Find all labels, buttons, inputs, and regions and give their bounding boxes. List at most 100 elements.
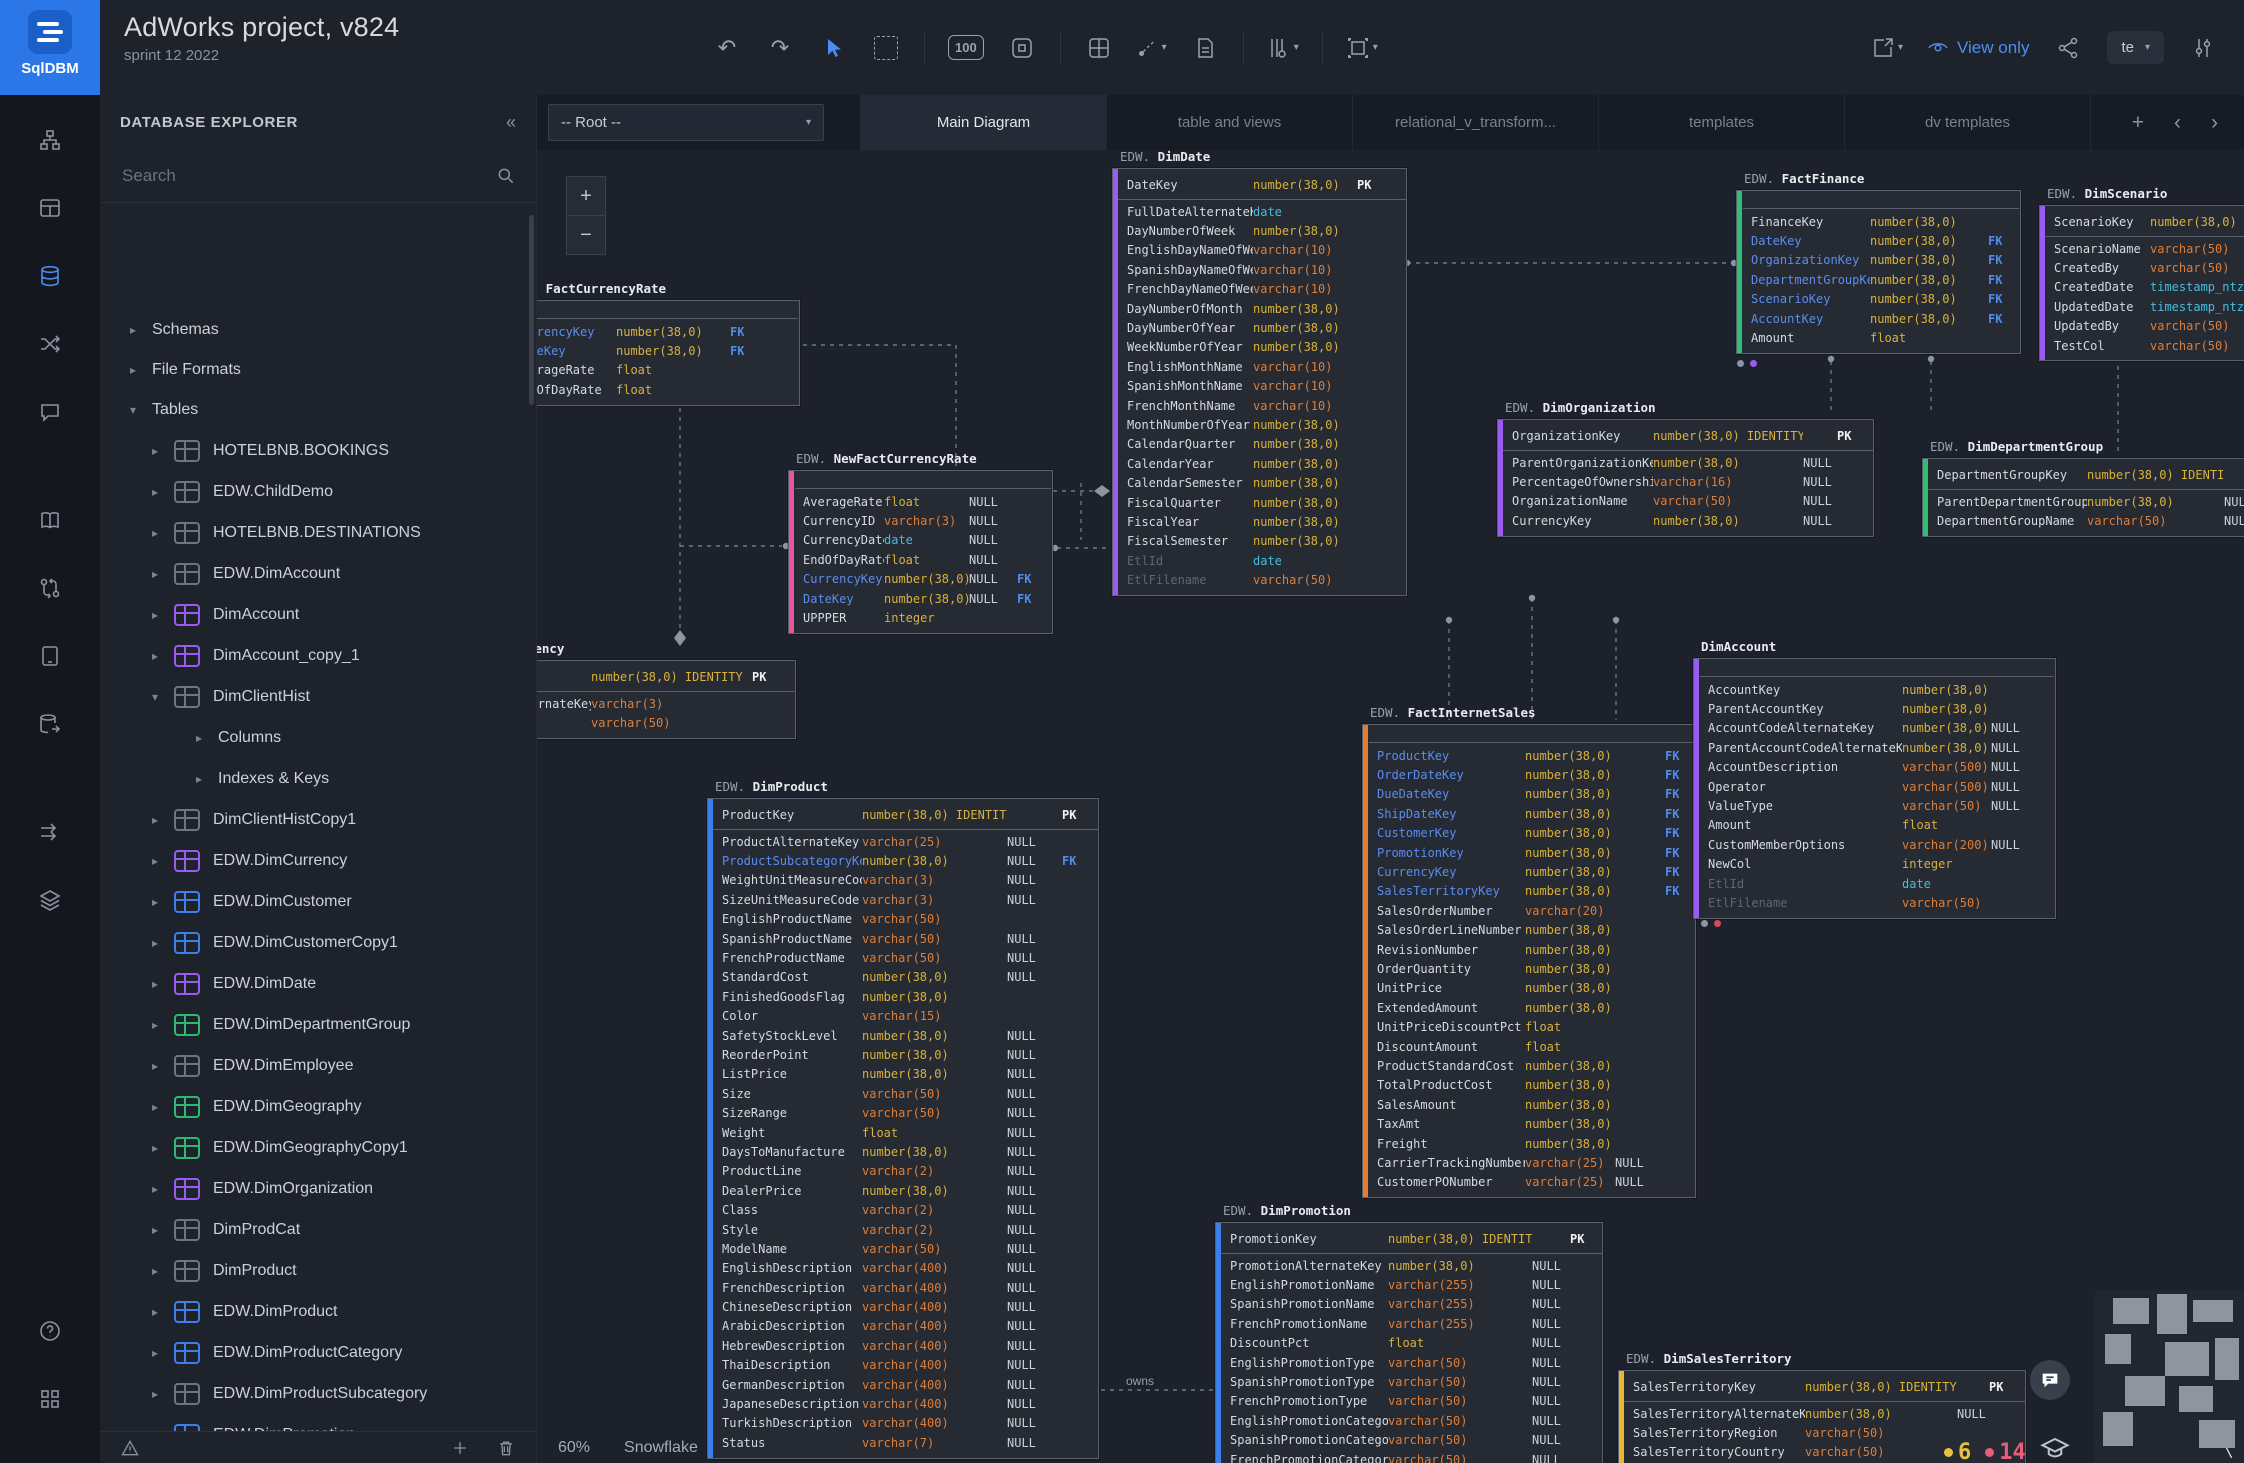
sidebar-item-edw-dimpromotion[interactable]: ▸EDW.DimPromotion <box>100 1414 536 1432</box>
sidebar-item-edw-dimcustomer[interactable]: ▸ EDW.DimCustomer <box>100 881 536 922</box>
diagram-table-dimproduct[interactable]: EDW. DimProduct ProductKey number(38,0) ID… <box>707 779 1099 1459</box>
column-row: CalendarYear number(38,0) <box>1113 454 1406 473</box>
diagram-table-dimaccount[interactable]: DimAccount AccountKey number(38,0) ParentAc… <box>1693 639 2056 919</box>
diagram-table-dimpromotion[interactable]: EDW. DimPromotion PromotionKey number(38,0… <box>1215 1203 1603 1463</box>
share-icon[interactable] <box>2053 33 2083 63</box>
add-relationship-icon[interactable]: ▾ <box>1137 33 1167 63</box>
apps-icon[interactable] <box>28 1377 72 1421</box>
sidebar-item-edw-dimgeographycopy1[interactable]: ▸ EDW.DimGeographyCopy1 <box>100 1127 536 1168</box>
database-explorer-panel: DATABASE EXPLORER « ▸ Schemas ▸ File Format… <box>100 95 537 1463</box>
tab-table-and-views[interactable]: table and views <box>1107 95 1353 150</box>
column-type: varchar(10) <box>1253 359 1333 374</box>
sidebar-item-dimaccount[interactable]: ▸ DimAccount <box>100 594 536 635</box>
sidebar-item-edw-dimemployee[interactable]: ▸ EDW.DimEmployee <box>100 1045 536 1086</box>
redo-icon[interactable]: ↷ <box>765 33 795 63</box>
sidebar-item-dimaccount-copy-1[interactable]: ▸ DimAccount_copy_1 <box>100 635 536 676</box>
sidebar-item-dimprodcat[interactable]: ▸ DimProdCat <box>100 1209 536 1250</box>
sidebar-item-edw-dimproduct[interactable]: ▸ EDW.DimProduct <box>100 1291 536 1332</box>
tabs-scroll-left-icon[interactable]: ‹ <box>2174 111 2181 135</box>
book-icon[interactable] <box>28 498 72 542</box>
shuffle-icon[interactable] <box>28 322 72 366</box>
sidebar-item-hotelbnb-bookings[interactable]: ▸ HOTELBNB.BOOKINGS <box>100 430 536 471</box>
column-key-flag: FK <box>1988 311 2003 326</box>
comment-bubble-icon[interactable] <box>2030 1360 2070 1400</box>
frame-tool-icon[interactable]: ▾ <box>1346 33 1378 63</box>
view-only-button[interactable]: View only <box>1927 37 2029 59</box>
tab-relational-v-transform-[interactable]: relational_v_transform... <box>1353 95 1599 150</box>
tab-dv-templates[interactable]: dv templates <box>1845 95 2091 150</box>
sqldbm-logo[interactable]: SqlDBM <box>0 0 100 95</box>
select-cursor-icon[interactable] <box>818 33 848 63</box>
sidebar-item-edw-dimproductcategory[interactable]: ▸ EDW.DimProductCategory <box>100 1332 536 1373</box>
diagram-table-dimorganization[interactable]: EDW. DimOrganization OrganizationKey numbe… <box>1497 400 1874 537</box>
sidebar-item-hotelbnb-destinations[interactable]: ▸ HOTELBNB.DESTINATIONS <box>100 512 536 553</box>
diagram-table-dimdate[interactable]: EDW. DimDate DateKey number(38,0) PK FullDat… <box>1112 150 1407 596</box>
zoom-level-value[interactable]: 60% <box>558 1439 590 1457</box>
zoom-out-button[interactable]: − <box>566 215 606 255</box>
zoom-in-button[interactable]: + <box>566 176 606 215</box>
pink-count-badge[interactable]: 14 <box>1985 1440 2026 1463</box>
tab-main-diagram[interactable]: Main Diagram <box>860 95 1107 150</box>
sidebar-item-tables[interactable]: ▾ Tables <box>100 390 536 430</box>
diagram-table-factcurrencyrate[interactable]: EDW. FactCurrencyRate CurrencyKey number(3… <box>536 281 800 406</box>
transfer-icon[interactable] <box>28 810 72 854</box>
add-object-icon[interactable] <box>450 1438 470 1458</box>
warning-icon[interactable] <box>120 1438 140 1458</box>
fit-screen-icon[interactable] <box>1007 33 1037 63</box>
sidebar-item-edw-dimaccount[interactable]: ▸ EDW.DimAccount <box>100 553 536 594</box>
diagram-canvas[interactable]: + − EDW. FactCurrencyRateCurrencyKeynumb… <box>536 150 2244 1463</box>
comment-icon[interactable] <box>28 390 72 434</box>
git-compare-icon[interactable] <box>28 566 72 610</box>
minimap[interactable]: ╲ <box>2095 1290 2244 1463</box>
sidebar-item-edw-dimorganization[interactable]: ▸ EDW.DimOrganization <box>100 1168 536 1209</box>
learn-graduation-cap-icon[interactable] <box>2040 1434 2070 1463</box>
sidebar-item-columns[interactable]: ▸ Columns <box>100 717 536 758</box>
tablet-icon[interactable] <box>28 634 72 678</box>
sidebar-item-edw-childdemo[interactable]: ▸ EDW.ChildDemo <box>100 471 536 512</box>
sidebar-item-dimclienthist[interactable]: ▾ DimClientHist <box>100 676 536 717</box>
sidebar-scrollbar[interactable] <box>529 215 534 405</box>
diagram-table-dimcurrency[interactable]: EDW. DimCurrency CurrencyKeynumber(38,0) … <box>536 641 796 739</box>
tabs-scroll-right-icon[interactable]: › <box>2211 111 2218 135</box>
search-input[interactable] <box>120 165 496 187</box>
sidebar-item-dimproduct[interactable]: ▸ DimProduct <box>100 1250 536 1291</box>
collapse-panel-icon[interactable]: « <box>506 112 516 133</box>
sidebar-item-indexes-keys[interactable]: ▸ Indexes & Keys <box>100 758 536 799</box>
add-note-icon[interactable] <box>1190 33 1220 63</box>
sitemap-icon[interactable] <box>28 118 72 162</box>
undo-icon[interactable]: ↶ <box>712 33 742 63</box>
sidebar-item-label: Tables <box>152 401 199 418</box>
help-icon[interactable] <box>28 1309 72 1353</box>
diagram-table-dimscenario[interactable]: EDW. DimScenario ScenarioKey number(38,0) … <box>2039 186 2244 362</box>
database-export-icon[interactable] <box>28 702 72 746</box>
layers-icon[interactable] <box>28 878 72 922</box>
sidebar-item-edw-dimdepartmentgroup[interactable]: ▸ EDW.DimDepartmentGroup <box>100 1004 536 1045</box>
diagram-table-factinternetsales[interactable]: EDW. FactInternetSales ProductKey number(3… <box>1362 705 1696 1198</box>
diagram-table-factfinance[interactable]: EDW. FactFinance FinanceKey number(38,0) Da… <box>1736 171 2021 354</box>
zoom-100-button[interactable]: 100 <box>948 33 984 63</box>
marquee-select-icon[interactable] <box>871 33 901 63</box>
sidebar-item-file-formats[interactable]: ▸ File Formats <box>100 350 536 390</box>
settings-sliders-icon[interactable] <box>2188 33 2218 63</box>
tab-templates[interactable]: templates <box>1599 95 1845 150</box>
column-name: FrenchDayNameOfWeek <box>1127 282 1253 297</box>
column-display-icon[interactable]: ▾ <box>1267 33 1299 63</box>
sidebar-item-edw-dimcurrency[interactable]: ▸ EDW.DimCurrency <box>100 840 536 881</box>
table-icon[interactable] <box>28 186 72 230</box>
diagram-table-newfactcurrencyrate[interactable]: EDW. NewFactCurrencyRate AverageRate float… <box>788 451 1053 634</box>
sidebar-item-edw-dimcustomercopy1[interactable]: ▸ EDW.DimCustomerCopy1 <box>100 922 536 963</box>
user-menu-button[interactable]: te ▾ <box>2107 31 2164 64</box>
sidebar-item-edw-dimgeography[interactable]: ▸ EDW.DimGeography <box>100 1086 536 1127</box>
subject-area-select[interactable]: -- Root -- ▾ <box>548 104 824 141</box>
trash-icon[interactable] <box>496 1438 516 1458</box>
sidebar-item-edw-dimdate[interactable]: ▸ EDW.DimDate <box>100 963 536 1004</box>
diagram-table-dimdepartmentgroup[interactable]: EDW. DimDepartmentGroup DepartmentGroupKe… <box>1922 439 2244 537</box>
yellow-count-badge[interactable]: 6 <box>1944 1440 1971 1463</box>
export-icon[interactable]: ▾ <box>1871 33 1903 63</box>
sidebar-item-edw-dimproductsubcategory[interactable]: ▸ EDW.DimProductSubcategory <box>100 1373 536 1414</box>
database-icon[interactable] <box>28 254 72 298</box>
sidebar-item-schemas[interactable]: ▸ Schemas <box>100 310 536 350</box>
sidebar-item-dimclienthistcopy1[interactable]: ▸ DimClientHistCopy1 <box>100 799 536 840</box>
add-diagram-icon[interactable]: + <box>2132 111 2144 135</box>
add-table-icon[interactable] <box>1084 33 1114 63</box>
